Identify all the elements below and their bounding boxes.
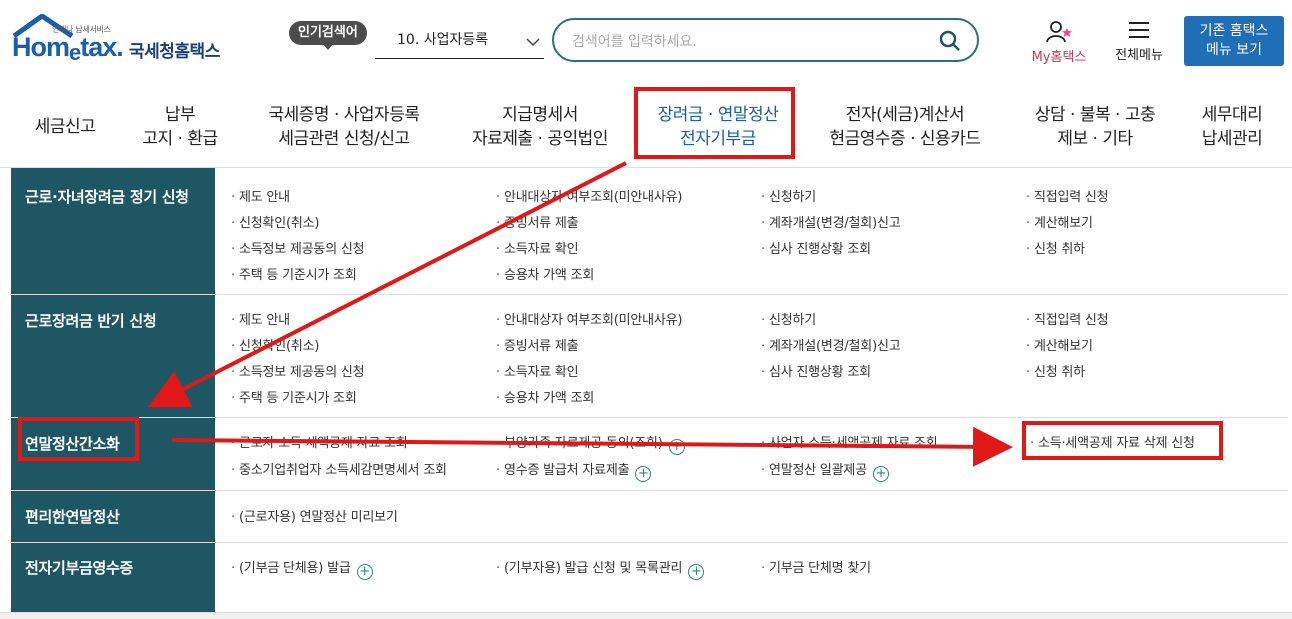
annotation-arrows: [147, 161, 1013, 467]
arrow-gnb-to-yearend: [147, 161, 627, 408]
arrow-yearend-to-delete: [171, 426, 1013, 467]
